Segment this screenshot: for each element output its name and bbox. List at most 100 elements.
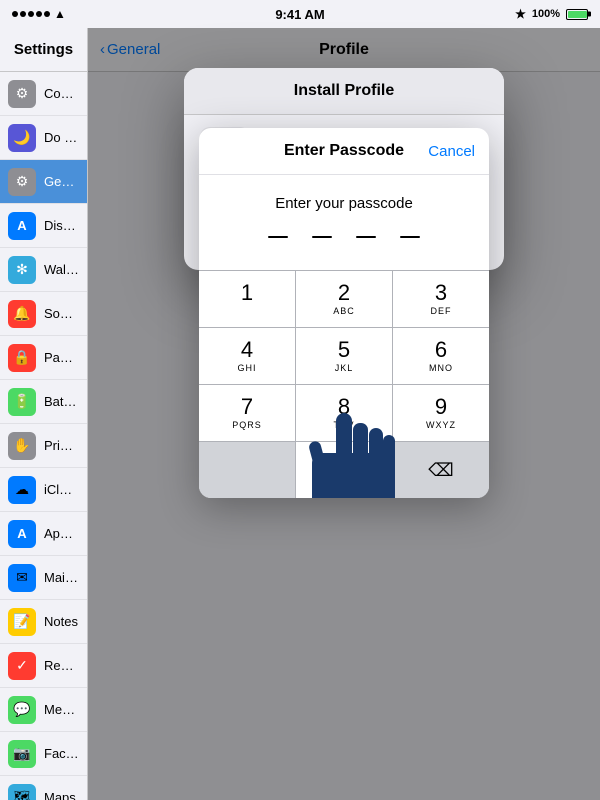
sidebar-item-general[interactable]: ⚙ General (0, 160, 87, 204)
sidebar-item-icloud[interactable]: ☁ iCloud (0, 468, 87, 512)
key-9-letters: WXYZ (426, 420, 456, 430)
keypad-row-2: 4 GHI 5 JKL 6 MNO (199, 328, 489, 385)
sidebar-label-sounds: Sounds (44, 306, 79, 321)
key-6-number: 6 (435, 339, 447, 361)
sidebar-label-privacy: Privacy (44, 438, 79, 453)
passcode-cancel-button[interactable]: Cancel (428, 143, 475, 160)
privacy-icon: ✋ (8, 432, 36, 460)
key-5-number: 5 (338, 339, 350, 361)
bluetooth-icon: ★ (515, 7, 526, 21)
sidebar-item-do-not-disturb[interactable]: 🌙 Do Not Disturb (0, 116, 87, 160)
right-panel: ‹ General Profile No profiles are curren… (88, 28, 600, 800)
sidebar-item-reminders[interactable]: ✓ Remind... (0, 644, 87, 688)
sidebar-label-general: General (44, 174, 79, 189)
passcode-icon: 🔒 (8, 344, 36, 372)
passcode-modal: Enter Passcode Cancel Enter your passcod… (199, 128, 489, 498)
battery-label: 100% (532, 8, 560, 20)
key-1-letters (245, 306, 249, 316)
sidebar: Settings ⚙ Control Centre 🌙 Do Not Distu… (0, 28, 88, 800)
keypad: 1 2 ABC 3 DEF 4 GHI (199, 270, 489, 498)
sidebar-item-facetime[interactable]: 📷 FaceTime (0, 732, 87, 776)
status-right: ★ 100% (515, 7, 588, 21)
wifi-icon: ▲ (54, 7, 66, 21)
key-7-number: 7 (241, 396, 253, 418)
sidebar-item-app-and[interactable]: A App an... (0, 512, 87, 556)
sidebar-label-wallpaper: Wallpaper (44, 262, 79, 277)
key-2-letters: ABC (333, 306, 355, 316)
sidebar-label-mail: Mail, Co... (44, 570, 79, 585)
icloud-icon: ☁ (8, 476, 36, 504)
messages-icon: 💬 (8, 696, 36, 724)
key-empty-left (199, 442, 296, 498)
battery-icon (566, 9, 588, 20)
key-5[interactable]: 5 JKL (296, 328, 393, 384)
key-6-letters: MNO (429, 363, 453, 373)
key-3[interactable]: 3 DEF (393, 271, 489, 327)
control-centre-icon: ⚙ (8, 80, 36, 108)
passcode-title: Enter Passcode (284, 142, 404, 160)
status-left: ▲ (12, 7, 66, 21)
key-delete[interactable]: ⌫ (393, 442, 489, 498)
battery-fill (568, 11, 587, 18)
key-1[interactable]: 1 (199, 271, 296, 327)
delete-icon: ⌫ (428, 460, 453, 481)
keypad-row-3: 7 PQRS 8 TUV 9 WXYZ (199, 385, 489, 442)
app-store-icon: A (8, 520, 36, 548)
sidebar-item-messages[interactable]: 💬 Messag... (0, 688, 87, 732)
sidebar-item-maps[interactable]: 🗺 Maps (0, 776, 87, 800)
key-4[interactable]: 4 GHI (199, 328, 296, 384)
key-2[interactable]: 2 ABC (296, 271, 393, 327)
sidebar-item-passcode[interactable]: 🔒 Passcode (0, 336, 87, 380)
key-0[interactable]: 0 (296, 442, 393, 498)
key-9-number: 9 (435, 396, 447, 418)
passcode-dots (199, 228, 489, 258)
key-5-letters: JKL (335, 363, 354, 373)
sidebar-label-reminders: Remind... (44, 658, 79, 673)
passcode-dash-1 (268, 236, 288, 238)
signal-icon (12, 11, 50, 17)
sidebar-label-control-centre: Control Centre (44, 86, 79, 101)
passcode-prompt: Enter your passcode (199, 175, 489, 228)
key-8-letters: TUV (334, 420, 355, 430)
sidebar-item-display[interactable]: A Display (0, 204, 87, 248)
install-profile-header: Install Profile (184, 68, 504, 115)
key-8-number: 8 (338, 396, 350, 418)
facetime-icon: 📷 (8, 740, 36, 768)
wallpaper-icon: ✻ (8, 256, 36, 284)
key-8[interactable]: 8 TUV (296, 385, 393, 441)
sounds-icon: 🔔 (8, 300, 36, 328)
do-not-disturb-icon: 🌙 (8, 124, 36, 152)
sidebar-item-notes[interactable]: 📝 Notes (0, 600, 87, 644)
passcode-dash-4 (400, 236, 420, 238)
sidebar-item-privacy[interactable]: ✋ Privacy (0, 424, 87, 468)
general-icon: ⚙ (8, 168, 36, 196)
display-icon: A (8, 212, 36, 240)
sidebar-item-sounds[interactable]: 🔔 Sounds (0, 292, 87, 336)
key-7[interactable]: 7 PQRS (199, 385, 296, 441)
sidebar-label-facetime: FaceTime (44, 746, 79, 761)
maps-icon: 🗺 (8, 784, 36, 800)
sidebar-label-battery: Battery (44, 394, 79, 409)
status-bar: ▲ 9:41 AM ★ 100% (0, 0, 600, 28)
battery-sidebar-icon: 🔋 (8, 388, 36, 416)
key-6[interactable]: 6 MNO (393, 328, 489, 384)
sidebar-item-mail[interactable]: ✉ Mail, Co... (0, 556, 87, 600)
sidebar-item-battery[interactable]: 🔋 Battery (0, 380, 87, 424)
passcode-dash-2 (312, 236, 332, 238)
sidebar-item-wallpaper[interactable]: ✻ Wallpaper (0, 248, 87, 292)
key-3-letters: DEF (431, 306, 452, 316)
sidebar-label-icloud: iCloud (44, 482, 79, 497)
sidebar-label-notes: Notes (44, 614, 78, 629)
sidebar-label-maps: Maps (44, 790, 76, 800)
reminders-icon: ✓ (8, 652, 36, 680)
key-1-number: 1 (241, 282, 253, 304)
key-2-number: 2 (338, 282, 350, 304)
sidebar-item-control-centre[interactable]: ⚙ Control Centre (0, 72, 87, 116)
main-layout: Settings ⚙ Control Centre 🌙 Do Not Distu… (0, 28, 600, 800)
key-9[interactable]: 9 WXYZ (393, 385, 489, 441)
passcode-spacer (199, 258, 489, 270)
sidebar-label-display: Display (44, 218, 79, 233)
key-0-number: 0 (338, 459, 350, 481)
key-4-number: 4 (241, 339, 253, 361)
keypad-row-4: 0 ⌫ (199, 442, 489, 498)
